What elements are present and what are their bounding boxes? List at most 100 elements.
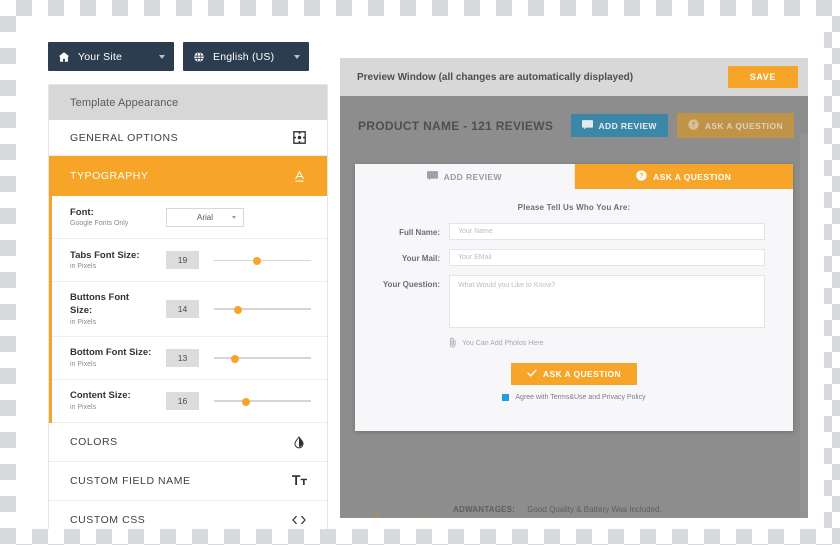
slider-knob[interactable] (234, 306, 242, 314)
sidebar-section-custom-css[interactable]: CUSTOM CSS (49, 501, 327, 529)
bottom-font-size-label-group: Bottom Font Size: in Pixels (70, 347, 152, 368)
advantages-line: ADWANTAGES: Good Quality & Battery Was I… (453, 505, 662, 514)
template-appearance-sidebar: Template Appearance GENERAL OPTIONS TYPO… (48, 84, 328, 529)
site-selector-button[interactable]: Your Site (48, 42, 174, 71)
tabs-font-size-sublabel: in Pixels (70, 263, 152, 270)
home-icon (57, 50, 70, 63)
language-selector-button[interactable]: English (US) (183, 42, 309, 71)
question-label: Your Question: (365, 275, 449, 289)
add-photos-label: You Can Add Photos Here (462, 340, 543, 347)
modal-tab-label: ASK A QUESTION (653, 172, 731, 182)
add-photos-hint[interactable]: You Can Add Photos Here (355, 337, 793, 350)
modal-heading: Please Tell Us Who You Are: (355, 189, 793, 223)
slider-knob[interactable] (253, 257, 261, 265)
full-name-label: Full Name: (365, 223, 449, 237)
font-family-label: Font: (70, 207, 152, 220)
full-name-input[interactable]: Your Name (449, 223, 765, 240)
add-review-button[interactable]: ADD REVIEW (571, 114, 668, 137)
svg-text:?: ? (691, 122, 696, 129)
modal-tab-add-review[interactable]: ADD REVIEW (355, 164, 575, 189)
sidebar-section-label: TYPOGRAPHY (70, 170, 291, 182)
modal-tab-ask-a-question[interactable]: ? ASK A QUESTION (575, 164, 794, 189)
slider-track (214, 400, 311, 402)
slider-knob[interactable] (242, 398, 250, 406)
full-name-row: Full Name: Your Name (355, 223, 793, 240)
font-family-value: Arial (197, 213, 213, 222)
font-family-row: Font: Google Fonts Only Arial (52, 196, 327, 239)
buttons-font-size-input[interactable]: 14 (166, 300, 199, 318)
modal-tabs: ADD REVIEW ? ASK A QUESTION (355, 164, 793, 189)
paperclip-icon (449, 337, 457, 350)
droplet-icon (291, 434, 307, 450)
question-row: Your Question: What Would you Like to Kn… (355, 275, 793, 328)
text-size-icon (291, 473, 307, 489)
modal-submit-button[interactable]: ASK A QUESTION (511, 363, 637, 385)
modal-submit-label: ASK A QUESTION (543, 369, 621, 379)
ask-a-question-button[interactable]: ? ASK A QUESTION (677, 113, 794, 138)
slider-track (214, 308, 311, 310)
slider-knob[interactable] (231, 355, 239, 363)
svg-text:?: ? (639, 173, 644, 180)
advantages-label: ADWANTAGES: (453, 505, 515, 514)
bottom-font-size-sublabel: in Pixels (70, 361, 152, 368)
sidebar-section-label: CUSTOM CSS (70, 514, 291, 526)
preview-body: PRODUCT NAME - 121 REVIEWS ADD REVIEW ? … (340, 96, 808, 518)
buttons-font-size-label: Buttons Font Size: (70, 292, 152, 318)
sidebar-section-general-options[interactable]: GENERAL OPTIONS (49, 120, 327, 156)
tabs-font-size-label-group: Tabs Font Size: in Pixels (70, 250, 152, 271)
content-size-label-group: Content Size: in Pixels (70, 390, 152, 411)
rating-stars: ★ ☆ ☆ ☆ ☆ (373, 513, 437, 518)
product-header: PRODUCT NAME - 121 REVIEWS ADD REVIEW ? … (340, 96, 808, 138)
typography-settings-body: Font: Google Fonts Only Arial Tabs Font … (49, 196, 327, 423)
page-card: Your Site English (US) Template Appearan… (16, 16, 824, 529)
content-size-row: Content Size: in Pixels 16 (52, 380, 327, 423)
language-selector-label: English (US) (205, 51, 288, 63)
buttons-font-size-slider[interactable] (214, 302, 311, 315)
chevron-down-icon (232, 216, 236, 219)
content-size-input[interactable]: 16 (166, 392, 199, 410)
bottom-font-size-row: Bottom Font Size: in Pixels 13 (52, 337, 327, 380)
agree-terms-label: Agree with Terms&Use and Privacy Policy (515, 394, 645, 401)
buttons-font-size-label-group: Buttons Font Size: in Pixels (70, 292, 152, 326)
panel-title: Template Appearance (49, 85, 327, 120)
content-size-slider[interactable] (214, 394, 311, 407)
advantages-text: Good Quality & Battery Was Included. (527, 505, 661, 514)
preview-scrollbar[interactable] (800, 134, 808, 518)
sidebar-section-typography[interactable]: TYPOGRAPHY (49, 156, 327, 196)
email-row: Your Mail: Your EMail (355, 249, 793, 266)
tabs-font-size-label: Tabs Font Size: (70, 250, 152, 263)
modal-submit-wrap: ASK A QUESTION (355, 363, 793, 385)
content-size-label: Content Size: (70, 390, 152, 403)
chevron-down-icon (294, 55, 300, 59)
preview-title: Preview Window (all changes are automati… (357, 72, 728, 83)
comment-icon (427, 171, 438, 182)
agree-terms-checkbox[interactable] (502, 394, 509, 401)
font-family-select[interactable]: Arial (166, 208, 244, 227)
underlined-a-icon (291, 168, 307, 184)
font-family-sublabel: Google Fonts Only (70, 220, 152, 227)
sidebar-section-colors[interactable]: COLORS (49, 423, 327, 462)
bottom-font-size-slider[interactable] (214, 351, 311, 364)
sidebar-section-custom-field-name[interactable]: CUSTOM FIELD NAME (49, 462, 327, 501)
bottom-font-size-label: Bottom Font Size: (70, 347, 152, 360)
preview-toolbar: Preview Window (all changes are automati… (340, 58, 808, 96)
preview-scrollbar-thumb[interactable] (800, 134, 808, 518)
question-circle-icon: ? (636, 170, 647, 183)
bottom-font-size-input[interactable]: 13 (166, 349, 199, 367)
ask-question-modal: ADD REVIEW ? ASK A QUESTION Please Tell … (355, 164, 793, 431)
email-input[interactable]: Your EMail (449, 249, 765, 266)
tabs-font-size-slider[interactable] (214, 254, 311, 267)
sidebar-section-label: COLORS (70, 436, 291, 448)
settings-gear-icon (291, 130, 307, 146)
tabs-font-size-input[interactable]: 19 (166, 251, 199, 269)
globe-icon (192, 50, 205, 63)
comment-icon (582, 120, 593, 131)
save-button[interactable]: SAVE (728, 66, 798, 88)
product-title: PRODUCT NAME - 121 REVIEWS (358, 119, 571, 133)
question-circle-icon: ? (688, 119, 699, 132)
content-size-sublabel: in Pixels (70, 404, 152, 411)
check-icon (527, 369, 537, 379)
ask-a-question-label: ASK A QUESTION (705, 121, 783, 131)
question-textarea[interactable]: What Would you Like to Know? (449, 275, 765, 328)
code-icon (291, 512, 307, 528)
